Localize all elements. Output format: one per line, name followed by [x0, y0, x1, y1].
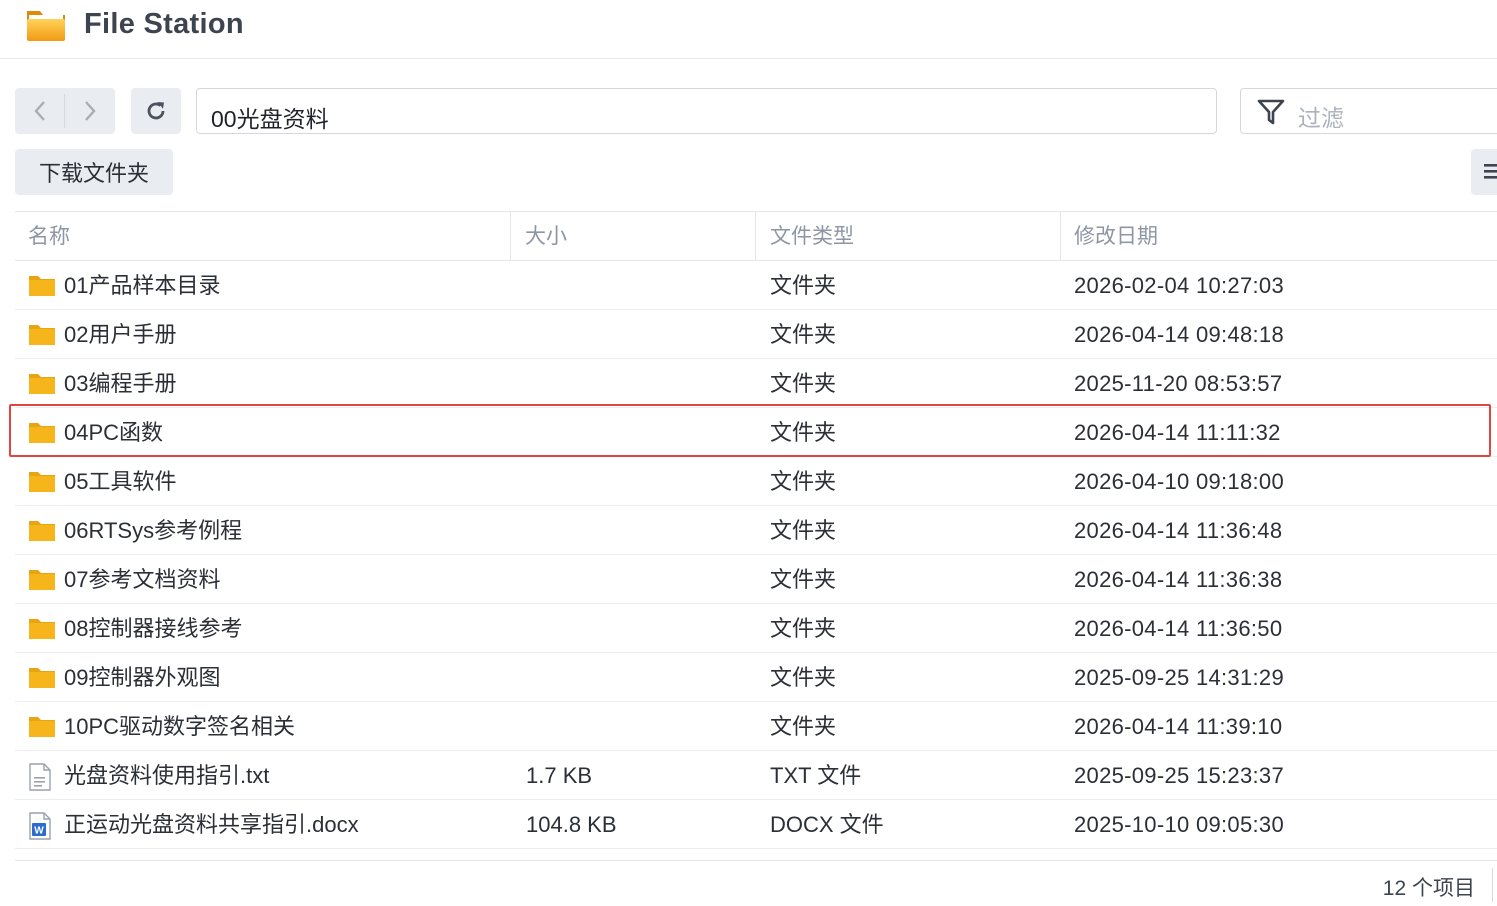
- filter-placeholder: 过滤: [1298, 105, 1344, 131]
- file-modified: 2025-09-25 15:23:37: [1074, 763, 1284, 788]
- item-count: 12 个项目: [1382, 877, 1475, 900]
- folder-icon: [28, 616, 56, 645]
- download-folder-button[interactable]: 下载文件夹: [15, 149, 173, 195]
- chevron-left-icon: [33, 101, 45, 121]
- filter-icon: [1257, 99, 1285, 125]
- table-row[interactable]: 02用户手册 文件夹 2026-04-14 09:48:18: [15, 310, 1497, 359]
- column-header-name[interactable]: 名称: [28, 212, 70, 260]
- chevron-right-icon: [84, 101, 96, 121]
- table-row[interactable]: 07参考文档资料 文件夹 2026-04-14 11:36:38: [15, 555, 1497, 604]
- svg-text:W: W: [34, 826, 44, 837]
- folder-icon: [28, 273, 56, 302]
- table-row[interactable]: 05工具软件 文件夹 2026-04-10 09:18:00: [15, 457, 1497, 506]
- file-modified: 2025-10-10 09:05:30: [1074, 812, 1284, 837]
- file-name: 06RTSys参考例程: [64, 518, 243, 543]
- forward-button[interactable]: [65, 88, 114, 134]
- file-name: 07参考文档资料: [64, 567, 221, 592]
- filter-input[interactable]: 过滤: [1240, 88, 1497, 134]
- table-row[interactable]: 01产品样本目录 文件夹 2026-02-04 10:27:03: [15, 261, 1497, 310]
- docx-file-icon: W: [28, 812, 52, 845]
- table-row[interactable]: 06RTSys参考例程 文件夹 2026-04-14 11:36:48: [15, 506, 1497, 555]
- column-header-type[interactable]: 文件类型: [770, 212, 854, 260]
- file-modified: 2025-11-20 08:53:57: [1074, 371, 1283, 396]
- title-bar: File Station: [0, 0, 1497, 59]
- file-name: 03编程手册: [64, 371, 177, 396]
- file-table: 名称 大小 文件类型 修改日期 01产品样本目录 文件夹 2026-02-04 10…: [15, 211, 1497, 849]
- file-modified: 2026-04-14 09:48:18: [1074, 322, 1284, 347]
- file-type: 文件夹: [770, 616, 837, 641]
- file-modified: 2025-09-25 14:31:29: [1074, 665, 1284, 690]
- refresh-button[interactable]: [131, 88, 181, 134]
- file-name: 10PC驱动数字签名相关: [64, 714, 296, 739]
- folder-icon: [28, 518, 56, 547]
- file-name: 02用户手册: [64, 322, 177, 347]
- list-view-icon: [1484, 164, 1497, 179]
- path-input[interactable]: 00光盘资料: [196, 88, 1217, 134]
- column-header-size[interactable]: 大小: [525, 212, 567, 260]
- folder-icon: [28, 665, 56, 694]
- file-modified: 2026-04-14 11:11:32: [1074, 420, 1281, 445]
- app-title: File Station: [84, 8, 244, 40]
- file-name: 04PC函数: [64, 420, 164, 445]
- folder-icon: [28, 714, 56, 743]
- file-name: 01产品样本目录: [64, 273, 221, 298]
- history-nav-group: [15, 88, 115, 134]
- file-name: 09控制器外观图: [64, 665, 221, 690]
- file-type: 文件夹: [770, 714, 837, 739]
- file-type: TXT 文件: [770, 763, 862, 788]
- file-modified: 2026-04-14 11:36:48: [1074, 518, 1283, 543]
- table-row[interactable]: 08控制器接线参考 文件夹 2026-04-14 11:36:50: [15, 604, 1497, 653]
- file-type: 文件夹: [770, 420, 837, 445]
- file-name: 光盘资料使用指引.txt: [64, 763, 270, 788]
- file-name: 正运动光盘资料共享指引.docx: [64, 812, 359, 837]
- path-input-value: 00光盘资料: [211, 106, 329, 132]
- table-row[interactable]: 光盘资料使用指引.txt 1.7 KB TXT 文件 2025-09-25 15:23…: [15, 751, 1497, 800]
- folder-icon: [28, 567, 56, 596]
- file-type: DOCX 文件: [770, 812, 884, 837]
- table-body: 01产品样本目录 文件夹 2026-02-04 10:27:03 02用户手册 文件夹 2…: [15, 261, 1497, 849]
- file-type: 文件夹: [770, 371, 837, 396]
- file-modified: 2026-04-14 11:39:10: [1074, 714, 1283, 739]
- file-type: 文件夹: [770, 567, 837, 592]
- folder-icon: [28, 322, 56, 351]
- file-size: 104.8 KB: [526, 812, 617, 837]
- file-modified: 2026-04-10 09:18:00: [1074, 469, 1284, 494]
- folder-icon: [28, 469, 56, 498]
- table-row[interactable]: 10PC驱动数字签名相关 文件夹 2026-04-14 11:39:10: [15, 702, 1497, 751]
- file-name: 08控制器接线参考: [64, 616, 243, 641]
- refresh-icon: [147, 102, 165, 120]
- file-type: 文件夹: [770, 665, 837, 690]
- file-type: 文件夹: [770, 322, 837, 347]
- view-mode-button[interactable]: [1471, 149, 1497, 195]
- txt-file-icon: [28, 763, 52, 796]
- table-row[interactable]: 03编程手册 文件夹 2025-11-20 08:53:57: [15, 359, 1497, 408]
- table-row[interactable]: 09控制器外观图 文件夹 2025-09-25 14:31:29: [15, 653, 1497, 702]
- file-station-app-icon: [27, 11, 65, 41]
- folder-icon: [28, 371, 56, 400]
- file-size: 1.7 KB: [526, 763, 593, 788]
- file-modified: 2026-04-14 11:36:38: [1074, 567, 1283, 592]
- table-header: 名称 大小 文件类型 修改日期: [15, 211, 1497, 261]
- back-button[interactable]: [15, 88, 64, 134]
- table-row[interactable]: W 正运动光盘资料共享指引.docx 104.8 KB DOCX 文件 2025-10-…: [15, 800, 1497, 849]
- file-modified: 2026-04-14 11:36:50: [1074, 616, 1283, 641]
- file-type: 文件夹: [770, 518, 837, 543]
- file-name: 05工具软件: [64, 469, 177, 494]
- file-modified: 2026-02-04 10:27:03: [1074, 273, 1284, 298]
- table-row[interactable]: 04PC函数 文件夹 2026-04-14 11:11:32: [15, 408, 1497, 457]
- column-header-modified[interactable]: 修改日期: [1074, 212, 1158, 260]
- file-type: 文件夹: [770, 273, 837, 298]
- folder-icon: [28, 420, 56, 449]
- file-type: 文件夹: [770, 469, 837, 494]
